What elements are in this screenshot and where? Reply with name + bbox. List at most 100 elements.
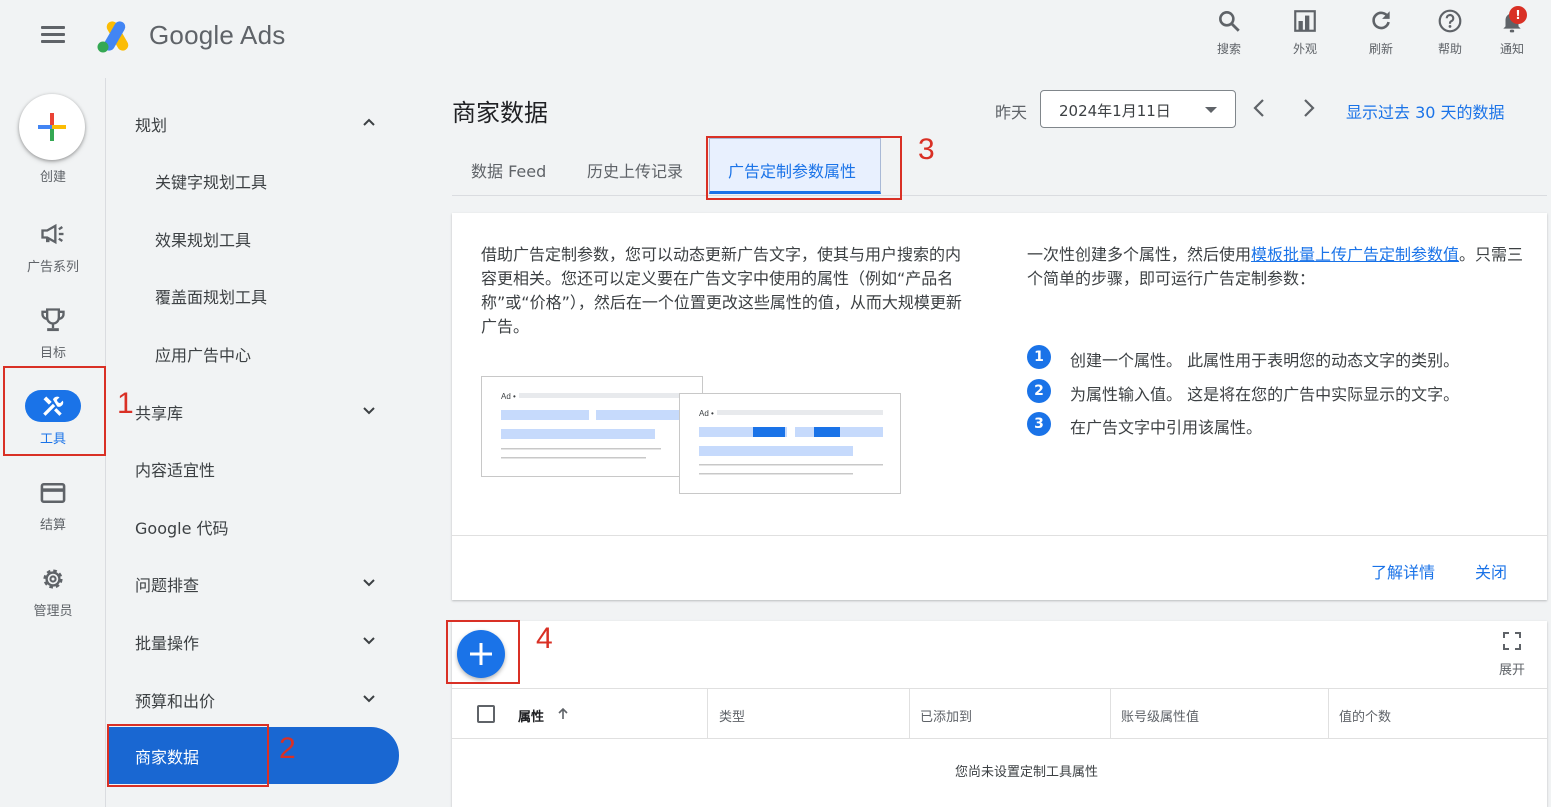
sort-ascending-icon[interactable]: [556, 707, 570, 721]
nav-budgets-bids[interactable]: 预算和出价: [107, 678, 407, 718]
create-button[interactable]: [19, 94, 85, 160]
appearance-button[interactable]: 外观: [1267, 6, 1343, 57]
notifications-label: 通知: [1499, 42, 1524, 56]
step-number: 1: [1027, 345, 1051, 369]
app-name: Google Ads: [149, 20, 286, 50]
main-content: 商家数据 昨天 2024年1月11日 显示过去 30 天的数据 数据 Feed …: [452, 78, 1551, 807]
column-added-to[interactable]: 已添加到: [910, 689, 1111, 739]
bulk-upload-intro: 一次性创建多个属性，然后使用模板批量上传广告定制参数值。只需三个简单的步骤，即可…: [1027, 243, 1527, 291]
step-number: 3: [1027, 412, 1051, 436]
nav-reach-planner[interactable]: 覆盖面规划工具: [107, 274, 407, 314]
campaigns-label[interactable]: 广告系列: [0, 256, 106, 275]
close-link[interactable]: 关闭: [1475, 559, 1507, 583]
expand-button[interactable]: 展开: [1492, 631, 1532, 678]
step-text: 在广告文字中引用该属性。: [1070, 418, 1263, 437]
create-label: 创建: [39, 170, 66, 185]
admin-label[interactable]: 管理员: [0, 600, 106, 619]
help-button[interactable]: 帮助: [1419, 6, 1481, 57]
date-value: 2024年1月11日: [1059, 102, 1171, 120]
ad-label: Ad •: [501, 392, 516, 401]
annotation-number-1: 1: [117, 387, 134, 420]
help-label: 帮助: [1437, 42, 1462, 56]
column-account-level-value[interactable]: 账号级属性值: [1111, 689, 1329, 739]
nav-performance-planner-label: 效果规划工具: [155, 231, 252, 250]
tab-upload-history[interactable]: 历史上传记录: [587, 158, 683, 182]
chevron-down-icon: [363, 637, 375, 645]
nav-performance-planner[interactable]: 效果规划工具: [107, 217, 407, 257]
column-type[interactable]: 类型: [709, 689, 910, 739]
step-number: 2: [1027, 379, 1051, 403]
dropdown-caret-icon: [1205, 107, 1217, 113]
learn-more-link[interactable]: 了解详情: [1371, 559, 1435, 583]
table-header: 属性 类型 已添加到 账号级属性值 值的个数: [452, 688, 1547, 739]
refresh-icon: [1372, 11, 1390, 30]
nav-budgets-bids-label: 预算和出价: [135, 692, 216, 711]
info-card: 借助广告定制参数，您可以动态更新广告文字，使其与用户搜索的内容更相关。您还可以定…: [452, 213, 1547, 600]
nav-planning[interactable]: 规划: [107, 102, 407, 142]
annotation-box-2: [107, 724, 269, 787]
nav-content-suitability[interactable]: 内容适宜性: [107, 447, 407, 487]
ad-preview-illustration: Ad • Ad •: [481, 376, 901, 494]
chevron-down-icon: [363, 407, 375, 415]
page-title: 商家数据: [452, 99, 548, 127]
nav-shared-library-label: 共享库: [135, 404, 184, 423]
tools-nav-panel: 规划 关键字规划工具 效果规划工具 覆盖面规划工具 应用广告中心 共享库 内容适…: [107, 78, 427, 807]
chevron-up-icon: [363, 118, 375, 126]
ad-label: Ad •: [699, 409, 714, 418]
annotation-box-4: [446, 620, 520, 684]
column-attribute[interactable]: 属性: [452, 689, 708, 739]
date-picker[interactable]: 2024年1月11日: [1040, 90, 1236, 128]
megaphone-icon[interactable]: [39, 220, 67, 248]
billing-label[interactable]: 结算: [0, 514, 106, 533]
search-icon: [1219, 11, 1240, 32]
nav-troubleshooting[interactable]: 问题排查: [107, 562, 407, 602]
column-header-label: 已添加到: [920, 710, 973, 725]
gear-icon[interactable]: [39, 565, 67, 593]
search-label: 搜索: [1216, 42, 1241, 56]
step-text: 创建一个属性。 此属性用于表明您的动态文字的类别。: [1070, 351, 1460, 370]
intro-text: 借助广告定制参数，您可以动态更新广告文字，使其与用户搜索的内容更相关。您还可以定…: [481, 245, 962, 336]
refresh-button[interactable]: 刷新: [1343, 6, 1419, 57]
show-last-30-days-link[interactable]: 显示过去 30 天的数据: [1346, 99, 1505, 123]
nav-content-suitability-label: 内容适宜性: [135, 461, 216, 480]
step-text: 为属性输入值。 这是将在您的广告中实际显示的文字。: [1070, 385, 1460, 404]
help-icon: [1438, 9, 1462, 33]
select-all-checkbox[interactable]: [477, 705, 495, 723]
refresh-label: 刷新: [1368, 42, 1393, 56]
tab-data-feed[interactable]: 数据 Feed: [471, 158, 546, 182]
chevron-down-icon: [363, 579, 375, 587]
nav-bulk-actions[interactable]: 批量操作: [107, 620, 407, 660]
date-range-label: 昨天: [995, 103, 1028, 122]
column-header-label: 值的个数: [1339, 710, 1392, 725]
empty-table-message: 您尚未设置定制工具属性: [954, 765, 1098, 780]
nav-app-center[interactable]: 应用广告中心: [107, 332, 407, 372]
fullscreen-icon: [1503, 632, 1521, 650]
trophy-icon[interactable]: [39, 306, 67, 334]
goals-label[interactable]: 目标: [0, 342, 106, 361]
info-card-footer: 了解详情 关闭: [452, 535, 1547, 600]
chevron-left-icon[interactable]: [1248, 96, 1272, 120]
bulk-upload-pre: 一次性创建多个属性，然后使用: [1027, 245, 1252, 264]
billing-card-icon[interactable]: [39, 479, 67, 507]
notifications-button[interactable]: ! 通知: [1481, 6, 1543, 57]
nav-shared-library[interactable]: 共享库: [107, 390, 407, 430]
nav-keyword-planner[interactable]: 关键字规划工具: [107, 159, 407, 199]
search-button[interactable]: 搜索: [1191, 6, 1267, 57]
column-value-count[interactable]: 值的个数: [1329, 689, 1547, 739]
annotation-number-4: 4: [536, 622, 553, 655]
tab-bar: 数据 Feed 历史上传记录 广告定制参数属性: [452, 138, 1547, 196]
menu-icon[interactable]: [38, 22, 68, 52]
nav-reach-planner-label: 覆盖面规划工具: [155, 288, 268, 307]
top-actions: 搜索 外观 刷新 帮助 ! 通知: [1191, 6, 1543, 57]
nav-google-tag-label: Google 代码: [135, 519, 229, 538]
chevron-down-icon: [363, 695, 375, 703]
nav-google-tag[interactable]: Google 代码: [107, 505, 407, 545]
annotation-number-3: 3: [918, 133, 935, 166]
attributes-table-card: 展开 属性 类型 已添加到 账号级属性值 值的个数 您尚未设置定制工具属性: [452, 621, 1547, 807]
expand-label: 展开: [1498, 663, 1525, 678]
bulk-upload-template-link[interactable]: 模板批量上传广告定制参数值: [1251, 245, 1459, 264]
nav-app-center-label: 应用广告中心: [155, 346, 252, 365]
plus-icon: [38, 113, 66, 141]
column-header-label: 类型: [719, 710, 746, 725]
chevron-right-icon[interactable]: [1296, 96, 1320, 120]
